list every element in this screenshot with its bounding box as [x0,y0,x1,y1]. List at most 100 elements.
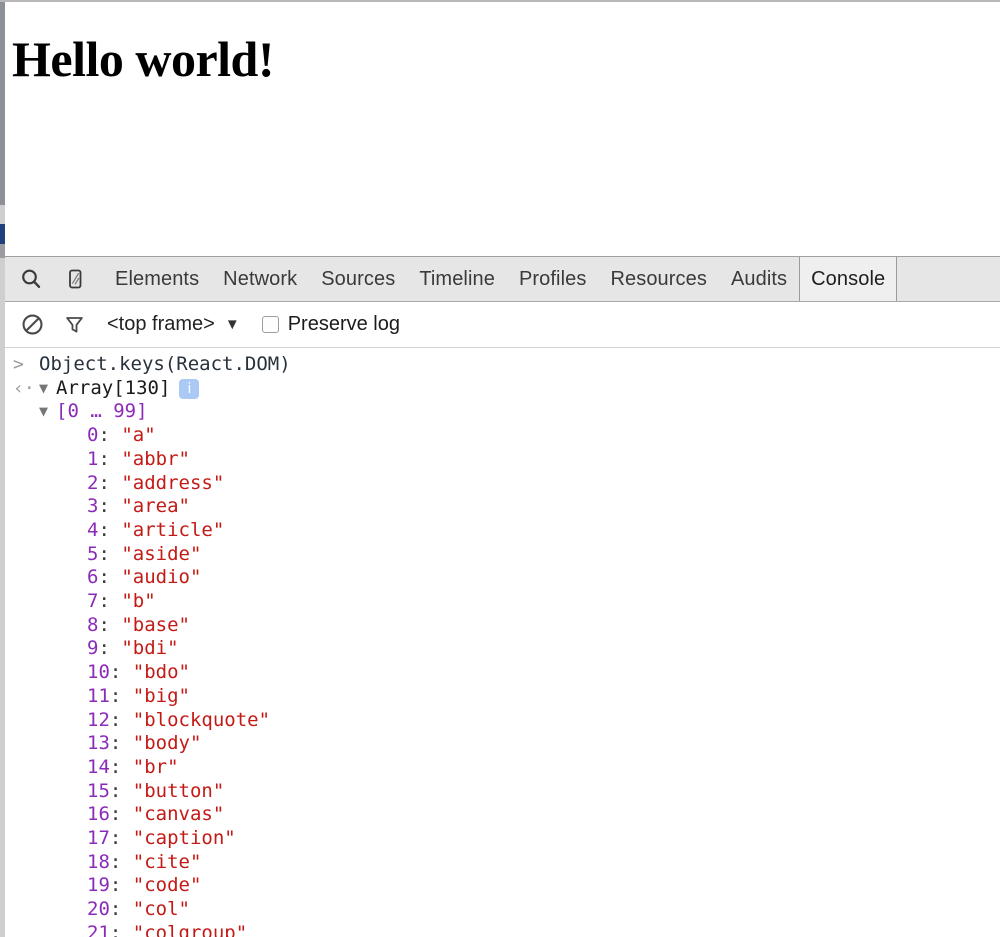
console-array-entry: 5: "aside" [5,543,1000,567]
tab-timeline[interactable]: Timeline [407,257,507,301]
entry-index: 12 [87,708,110,731]
entry-separator: : [109,803,133,826]
console-range-label: [0 … 99] [56,400,148,423]
entry-index: 4 [87,518,99,541]
entry-value: "button" [132,779,225,802]
console-array-entry: 3: "area" [5,495,1000,519]
tab-elements[interactable]: Elements [103,257,211,301]
entry-separator: : [98,471,122,494]
console-array-entry: 18: "cite" [5,851,1000,875]
entry-index: 15 [87,779,110,802]
entry-index: 21 [87,921,110,937]
entry-index: 14 [87,755,110,778]
entry-index: 16 [87,803,110,826]
entry-index: 6 [87,566,99,589]
scrollbar-thumb[interactable] [0,2,5,205]
preserve-log-toggle[interactable]: Preserve log [261,313,400,336]
entry-index: 10 [87,661,110,684]
entry-separator: : [109,661,133,684]
tab-audits[interactable]: Audits [719,257,799,301]
entry-index: 17 [87,827,110,850]
console-input-row: > Object.keys(React.DOM) [5,353,1000,377]
device-toolbar-icon[interactable] [53,257,97,301]
prompt-marker-icon: > [13,354,24,375]
frame-selector[interactable]: <top frame> ▼ [107,313,240,336]
entry-value: "bdi" [121,637,179,660]
entry-value: "aside" [121,542,202,565]
console-array-entry: 15: "button" [5,780,1000,804]
tab-profiles[interactable]: Profiles [507,257,599,301]
console-array-entry: 6: "audio" [5,566,1000,590]
entry-value: "address" [121,471,225,494]
tab-resources[interactable]: Resources [598,257,719,301]
console-array-entry: 8: "base" [5,614,1000,638]
tab-sources[interactable]: Sources [309,257,407,301]
console-array-entry: 13: "body" [5,732,1000,756]
entry-index: 3 [87,495,99,518]
entry-index: 2 [87,471,99,494]
console-array-entry: 12: "blockquote" [5,709,1000,733]
entry-index: 0 [87,424,99,447]
info-badge-icon[interactable]: i [179,378,200,399]
entry-separator: : [98,447,122,470]
entry-index: 1 [87,447,99,470]
entry-value: "canvas" [132,803,225,826]
scrollbar-track-lower [0,244,5,258]
entry-value: "code" [132,874,202,897]
scrollbar-accent [0,224,5,244]
page-viewport: Hello world! [5,2,1000,256]
window-scrollbar[interactable] [0,2,5,937]
entry-value: "base" [121,613,190,636]
console-result-label: Array[130] [56,376,171,399]
console-range-row[interactable]: ▼ [0 … 99] [5,400,1000,424]
tab-console[interactable]: Console [799,257,898,301]
entry-value: "cite" [132,850,202,873]
entry-separator: : [109,684,133,707]
console-array-entry: 19: "code" [5,874,1000,898]
devtools-tab-list: Elements Network Sources Timeline Profil… [103,257,898,301]
disclosure-triangle-icon[interactable]: ▼ [39,377,56,401]
console-array-entry: 21: "colgroup" [5,922,1000,937]
console-array-entry: 10: "bdo" [5,661,1000,685]
console-output[interactable]: > Object.keys(React.DOM) ‹· ▼ Array[130]… [5,348,1000,937]
entry-separator: : [109,898,133,921]
entry-value: "article" [121,518,225,541]
preserve-log-checkbox[interactable] [261,316,279,333]
entry-index: 5 [87,542,99,565]
console-array-entry: 11: "big" [5,685,1000,709]
entry-index: 11 [87,684,110,707]
entry-separator: : [98,566,122,589]
filter-icon[interactable] [53,304,95,346]
entry-separator: : [109,827,133,850]
tab-network[interactable]: Network [211,257,309,301]
entry-separator: : [98,613,122,636]
entry-value: "col" [132,898,190,921]
console-result-row[interactable]: ‹· ▼ Array[130] i [5,377,1000,401]
devtools-panel: Elements Network Sources Timeline Profil… [5,256,1000,937]
disclosure-triangle-icon[interactable]: ▼ [39,400,56,424]
entry-index: 9 [87,637,99,660]
entry-index: 20 [87,898,110,921]
console-array-entry: 17: "caption" [5,827,1000,851]
entry-value: "body" [132,732,202,755]
console-input-expression: Object.keys(React.DOM) [39,353,291,375]
chevron-down-icon: ▼ [224,316,240,333]
entry-separator: : [109,732,133,755]
console-array-entry: 20: "col" [5,898,1000,922]
console-array-entry: 1: "abbr" [5,448,1000,472]
entry-index: 18 [87,850,110,873]
entry-separator: : [98,424,122,447]
entry-separator: : [98,637,122,660]
entry-value: "a" [121,424,156,447]
entry-separator: : [98,518,122,541]
entry-index: 8 [87,613,99,636]
entry-separator: : [109,755,133,778]
console-array-entry: 7: "b" [5,590,1000,614]
preserve-log-label: Preserve log [287,313,400,335]
entry-separator: : [98,495,122,518]
console-array-entry: 4: "article" [5,519,1000,543]
entry-separator: : [109,708,133,731]
console-array-entry: 0: "a" [5,424,1000,448]
clear-console-icon[interactable] [11,304,53,346]
search-icon[interactable] [9,257,53,301]
